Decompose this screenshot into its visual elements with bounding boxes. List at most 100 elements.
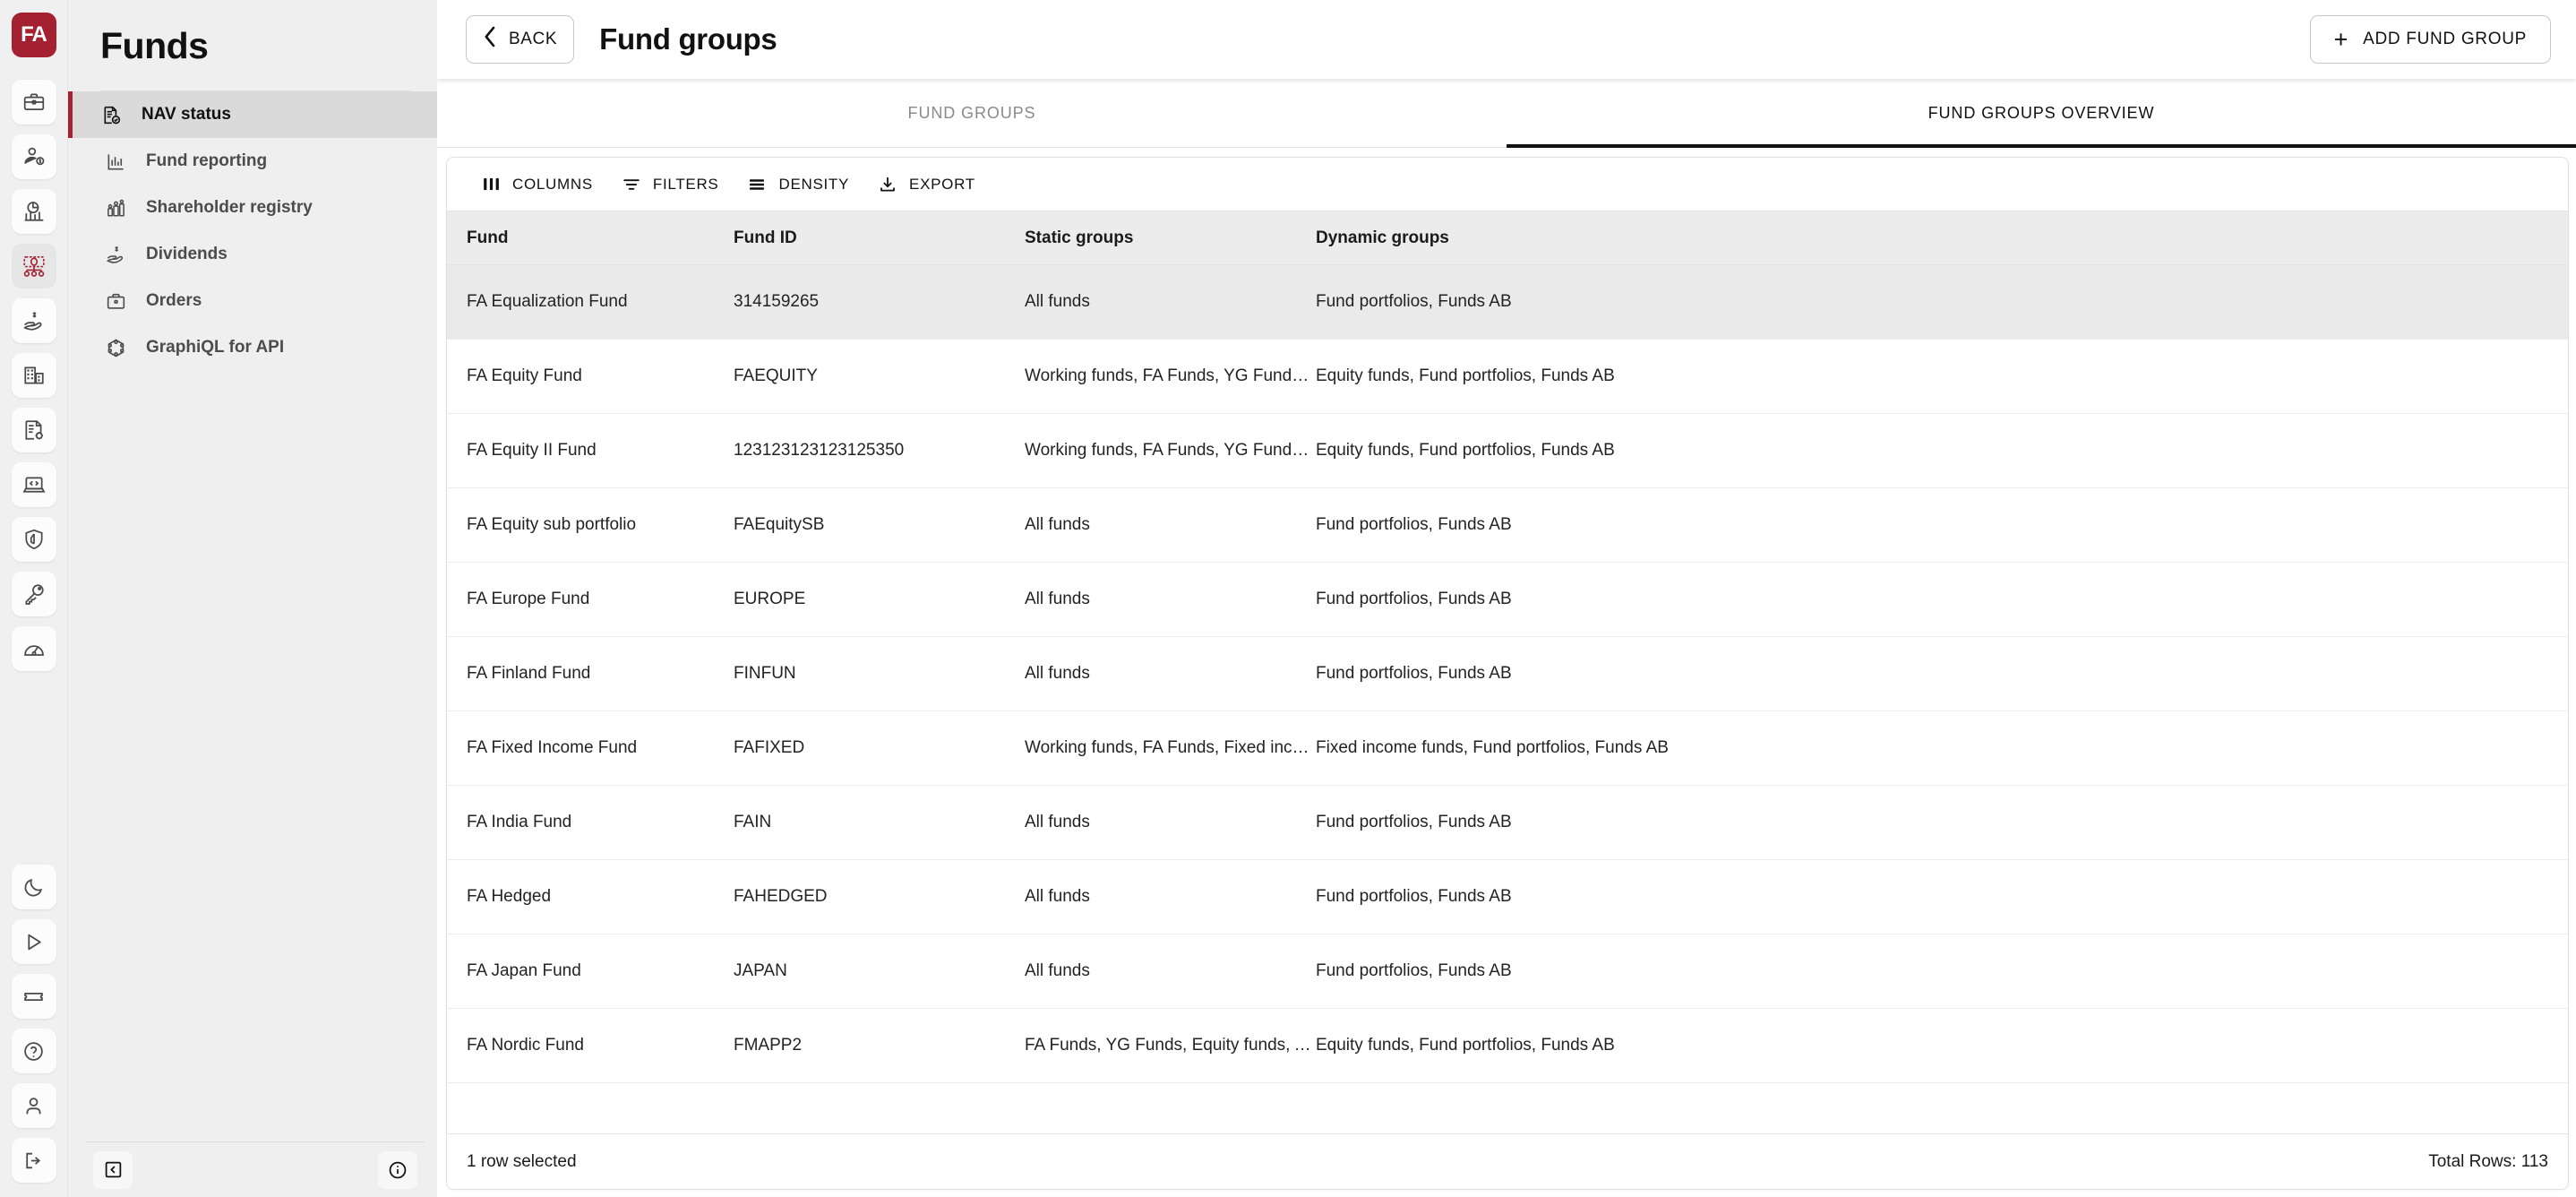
moon-icon[interactable] xyxy=(11,865,56,909)
column-header-static-groups[interactable]: Static groups xyxy=(1025,228,1316,248)
cell-dynamic-groups: Fund portfolios, Funds AB xyxy=(1316,292,1512,311)
sidebar-item-fund-reporting[interactable]: Fund reporting xyxy=(68,138,437,185)
info-icon[interactable] xyxy=(378,1150,417,1189)
chevron-left-icon xyxy=(483,25,498,54)
filters-button[interactable]: FILTERS xyxy=(607,168,734,202)
cell-fund-id: FAEquitySB xyxy=(734,515,825,534)
shareholder-icon[interactable] xyxy=(11,134,56,179)
export-icon xyxy=(878,175,897,194)
cell-dynamic-groups: Fund portfolios, Funds AB xyxy=(1316,887,1512,906)
cell-fund: FA Finland Fund xyxy=(467,664,591,683)
fa-logo[interactable]: FA xyxy=(11,13,56,57)
cell-fund: FA India Fund xyxy=(467,813,572,831)
sidebar-item-label: NAV status xyxy=(142,105,231,124)
cell-fund-id: FAFIXED xyxy=(734,738,805,757)
cell-dynamic-groups: Equity funds, Fund portfolios, Funds AB xyxy=(1316,1036,1615,1055)
cell-dynamic-groups: Fixed income funds, Fund portfolios, Fun… xyxy=(1316,738,1669,757)
key-icon[interactable] xyxy=(11,572,56,616)
sidebar-item-orders[interactable]: Orders xyxy=(68,278,437,324)
data-grid-card: COLUMNS FILTERS DENSITY EXPORT Fund Fund… xyxy=(446,157,2569,1190)
table-row[interactable]: FA Equalization Fund 314159265 All funds… xyxy=(447,265,2568,340)
document-settings-icon[interactable] xyxy=(11,408,56,452)
grid-toolbar: COLUMNS FILTERS DENSITY EXPORT xyxy=(447,158,2568,211)
column-header-fund-id[interactable]: Fund ID xyxy=(734,228,1025,248)
cell-fund: FA Equity sub portfolio xyxy=(467,515,637,534)
gauge-icon[interactable] xyxy=(11,626,56,671)
shield-icon[interactable] xyxy=(11,517,56,562)
fund-distribution-icon[interactable] xyxy=(11,244,56,288)
sidebar-item-nav-status[interactable]: NAV status xyxy=(68,91,437,138)
app-root: FA Funds NAV status Fund reporting Share… xyxy=(0,0,2576,1197)
cell-static-groups: All funds xyxy=(1025,887,1090,906)
back-button[interactable]: BACK xyxy=(466,15,575,64)
add-fund-group-button[interactable]: + ADD FUND GROUP xyxy=(2309,15,2551,64)
tab-fund-groups[interactable]: FUND GROUPS xyxy=(437,79,1507,147)
table-row[interactable]: FA Equity Fund FAEQUITY Working funds, F… xyxy=(447,340,2568,414)
sidebar-item-shareholder-registry[interactable]: Shareholder registry xyxy=(68,185,437,231)
cell-fund: FA Japan Fund xyxy=(467,961,581,980)
play-icon[interactable] xyxy=(11,919,56,964)
collapse-sidebar-icon[interactable] xyxy=(93,1150,133,1189)
dividends-hand-icon[interactable] xyxy=(11,298,56,343)
sidebar-title: Funds xyxy=(100,25,209,66)
logout-icon[interactable] xyxy=(11,1138,56,1183)
table-row[interactable]: FA Japan Fund JAPAN All funds Fund portf… xyxy=(447,934,2568,1009)
sidebar-item-label: GraphiQL for API xyxy=(146,338,285,357)
user-icon[interactable] xyxy=(11,1083,56,1128)
sidebar-item-dividends[interactable]: Dividends xyxy=(68,231,437,278)
cell-static-groups: All funds xyxy=(1025,961,1090,980)
table-row[interactable]: FA Hedged FAHEDGED All funds Fund portfo… xyxy=(447,860,2568,934)
tab-bar: FUND GROUPS FUND GROUPS OVERVIEW xyxy=(437,79,2576,148)
column-header-dynamic-groups[interactable]: Dynamic groups xyxy=(1316,228,2568,248)
table-row[interactable]: FA Equity II Fund 123123123123125350 Wor… xyxy=(447,414,2568,488)
density-label: DENSITY xyxy=(778,175,850,193)
cell-static-groups: All funds xyxy=(1025,515,1090,534)
cell-fund-id: FMAPP2 xyxy=(734,1036,803,1055)
columns-icon xyxy=(481,175,501,194)
export-button[interactable]: EXPORT xyxy=(863,168,990,202)
cell-static-groups: Working funds, FA Funds, YG Funds, Equit… xyxy=(1025,441,1316,460)
page-header: BACK Fund groups + ADD FUND GROUP xyxy=(437,0,2576,79)
cell-fund-id: EUROPE xyxy=(734,590,806,608)
pie-chart-icon[interactable] xyxy=(11,189,56,234)
nav-status-icon xyxy=(100,104,122,125)
grid-body: FA Equalization Fund 314159265 All funds… xyxy=(447,265,2568,1133)
table-row[interactable]: FA Fixed Income Fund FAFIXED Working fun… xyxy=(447,711,2568,786)
cell-static-groups: All funds xyxy=(1025,292,1090,311)
table-row[interactable]: FA Finland Fund FINFUN All funds Fund po… xyxy=(447,637,2568,711)
cell-fund: FA Equity Fund xyxy=(467,366,582,385)
cell-dynamic-groups: Fund portfolios, Funds AB xyxy=(1316,664,1512,683)
table-row[interactable]: FA Europe Fund EUROPE All funds Fund por… xyxy=(447,563,2568,637)
table-row[interactable]: FA Equity sub portfolio FAEquitySB All f… xyxy=(447,488,2568,563)
cell-dynamic-groups: Fund portfolios, Funds AB xyxy=(1316,961,1512,980)
cell-fund-id: FAEQUITY xyxy=(734,366,818,385)
back-button-label: BACK xyxy=(509,30,558,48)
cell-dynamic-groups: Equity funds, Fund portfolios, Funds AB xyxy=(1316,366,1615,385)
help-icon[interactable] xyxy=(11,1029,56,1073)
building-icon[interactable] xyxy=(11,353,56,398)
cell-static-groups: All funds xyxy=(1025,590,1090,608)
columns-button[interactable]: COLUMNS xyxy=(467,168,607,202)
cell-fund: FA Nordic Fund xyxy=(467,1036,584,1055)
cell-fund-id: FINFUN xyxy=(734,664,796,683)
briefcase-icon[interactable] xyxy=(11,80,56,125)
grid-header-row: Fund Fund ID Static groups Dynamic group… xyxy=(447,211,2568,265)
plus-icon: + xyxy=(2333,25,2349,53)
code-laptop-icon[interactable] xyxy=(11,462,56,507)
export-label: EXPORT xyxy=(909,175,975,193)
cell-fund: FA Equity II Fund xyxy=(467,441,597,460)
orders-icon xyxy=(105,290,126,312)
cell-fund-id: FAHEDGED xyxy=(734,887,828,906)
grid-footer: 1 row selected Total Rows: 113 xyxy=(447,1133,2568,1189)
sidebar-item-graphiql-for-api[interactable]: GraphiQL for API xyxy=(68,324,437,371)
cell-static-groups: Working funds, FA Funds, YG Funds, Equit… xyxy=(1025,366,1316,385)
table-row[interactable]: FA India Fund FAIN All funds Fund portfo… xyxy=(447,786,2568,860)
ticket-icon[interactable] xyxy=(11,974,56,1019)
density-button[interactable]: DENSITY xyxy=(733,168,863,202)
table-row[interactable]: FA Nordic Fund FMAPP2 FA Funds, YG Funds… xyxy=(447,1009,2568,1083)
tab-label: FUND GROUPS OVERVIEW xyxy=(1928,103,2155,122)
tab-fund-groups-overview[interactable]: FUND GROUPS OVERVIEW xyxy=(1507,79,2576,148)
cell-fund-id: 314159265 xyxy=(734,292,820,311)
column-header-fund[interactable]: Fund xyxy=(447,228,734,248)
graphiql-icon xyxy=(105,337,126,358)
